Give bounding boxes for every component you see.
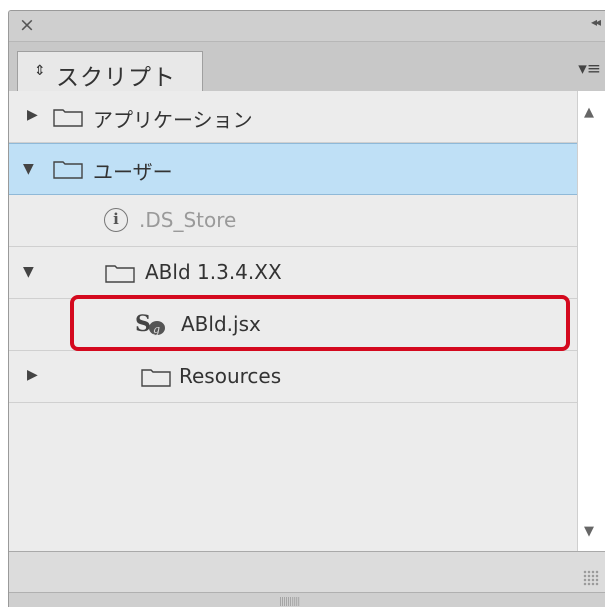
vertical-scrollbar[interactable]: ▲ ▼	[577, 91, 605, 551]
tree-item-label: .DS_Store	[139, 208, 237, 232]
scroll-down-icon[interactable]: ▼	[584, 524, 594, 539]
scroll-up-icon[interactable]: ▲	[584, 105, 594, 120]
tree-item-label: ユーザー	[93, 160, 173, 184]
collapse-triangle-icon[interactable]: ▼	[23, 161, 34, 177]
tree-item-label: ABld.jsx	[181, 312, 261, 336]
tree-item-application[interactable]: ▶ アプリケーション	[9, 91, 579, 143]
tree-item-label: Resources	[179, 364, 282, 388]
collapse-triangle-icon[interactable]: ▼	[23, 264, 34, 280]
resize-grip-icon[interactable]	[583, 570, 599, 586]
scripts-panel: × ◂◂ ⇕ スクリプト ▾≡ ▶ アプリケーション ▼ ユーザー i .DS_…	[8, 10, 605, 607]
tree-item-ds-store[interactable]: i .DS_Store	[9, 195, 579, 247]
panel-footer	[9, 551, 605, 592]
folder-icon	[141, 369, 171, 387]
drag-handle[interactable]: ||||||||||	[279, 597, 300, 607]
sort-arrows-icon: ⇕	[34, 63, 46, 79]
close-icon[interactable]: ×	[19, 14, 35, 36]
tree-item-abld-folder[interactable]: ▼ ABld 1.3.4.XX	[9, 247, 579, 299]
tree-item-abld-jsx[interactable]: S g ABld.jsx	[9, 299, 579, 351]
tab-label: スクリプト	[56, 65, 176, 91]
folder-icon	[53, 161, 83, 179]
script-icon: S g	[135, 311, 165, 337]
tree-item-label: ABld 1.3.4.XX	[145, 260, 282, 284]
panel-bottom-bar: ||||||||||	[9, 592, 605, 607]
expand-triangle-icon[interactable]: ▶	[27, 367, 38, 383]
expand-triangle-icon[interactable]: ▶	[27, 107, 38, 123]
panel-menu-icon[interactable]: ▾≡	[578, 59, 601, 79]
folder-icon	[105, 265, 135, 283]
tree-item-user[interactable]: ▼ ユーザー	[9, 143, 579, 195]
script-tree: ▶ アプリケーション ▼ ユーザー i .DS_Store ▼ ABld 1.3…	[9, 91, 579, 551]
panel-titlebar: × ◂◂	[9, 11, 605, 42]
tab-bar: ⇕ スクリプト ▾≡	[9, 42, 605, 92]
svg-text:g: g	[153, 323, 160, 336]
tree-item-resources[interactable]: ▶ Resources	[9, 351, 579, 403]
tab-scripts[interactable]: ⇕ スクリプト	[17, 51, 203, 91]
folder-icon	[53, 109, 83, 127]
tree-item-label: アプリケーション	[93, 108, 253, 132]
svg-text:S: S	[135, 311, 151, 337]
collapse-icon[interactable]: ◂◂	[591, 15, 601, 29]
info-icon: i	[104, 208, 128, 232]
